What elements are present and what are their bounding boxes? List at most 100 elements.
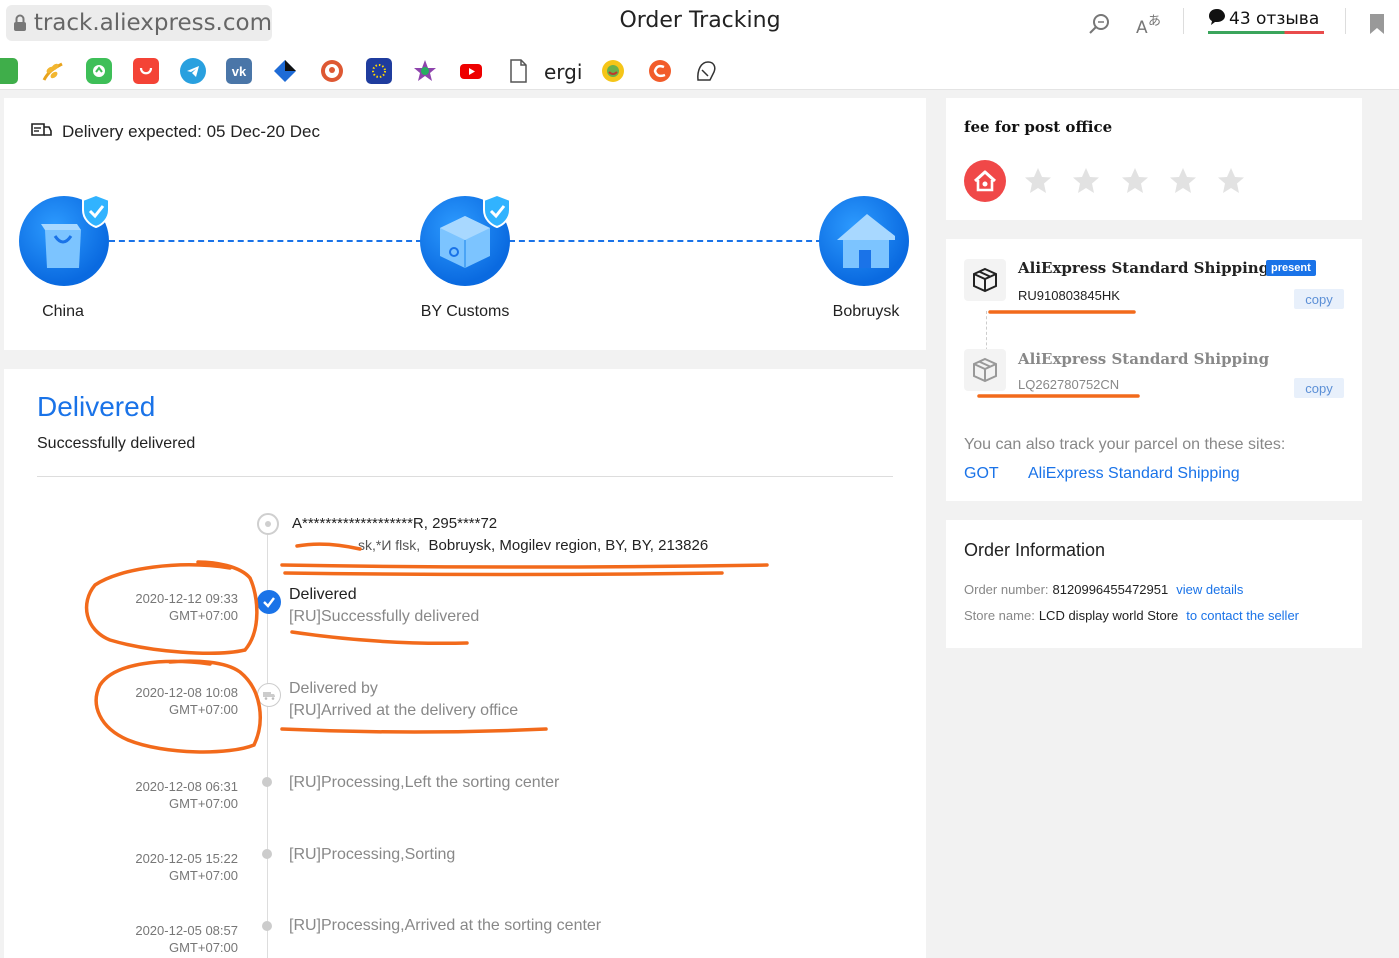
eu-bookmark-icon[interactable] xyxy=(366,58,392,84)
translate-icon[interactable]: Aあ xyxy=(1136,10,1164,38)
bookmark-icon[interactable] xyxy=(1363,10,1391,38)
sketch-face-bookmark-icon[interactable] xyxy=(693,58,719,84)
event-time: 2020-12-05 15:22 GMT+07:00 xyxy=(135,851,238,883)
diamond-bookmark-icon[interactable] xyxy=(272,58,298,84)
present-badge: present xyxy=(1266,260,1316,276)
delivery-progress-card: Delivery expected: 05 Dec-20 Dec China B… xyxy=(4,98,926,350)
search-page-icon[interactable] xyxy=(1085,10,1113,38)
rating-card: fee for post office xyxy=(946,98,1362,220)
star-icon[interactable] xyxy=(1216,166,1246,196)
event-description: [RU]Processing,Arrived at the sorting ce… xyxy=(289,917,602,934)
page-title: Order Tracking xyxy=(619,8,781,33)
status-subtitle: Successfully delivered xyxy=(37,435,196,452)
star-icon[interactable] xyxy=(1168,166,1198,196)
address-city: Bobruysk, Mogilev region, BY, BY, 213826 xyxy=(428,537,709,554)
divider xyxy=(37,476,893,477)
url-text: track.aliexpress.com xyxy=(33,10,272,36)
progress-line xyxy=(509,240,822,242)
event-time: 2020-12-05 08:57 GMT+07:00 xyxy=(135,923,238,955)
package-icon xyxy=(964,349,1006,391)
address-line: sk,*И flsk, Bobruysk, Mogilev region, BY… xyxy=(292,537,708,554)
shipping-card: AliExpress Standard Shipping present RU9… xyxy=(946,239,1362,501)
post-office-icon xyxy=(964,160,1006,202)
address-prefix: sk,*И flsk, xyxy=(358,537,421,553)
copy-button[interactable]: copy xyxy=(1294,289,1344,309)
progress-line xyxy=(109,240,422,242)
event-description: [RU]Successfully delivered xyxy=(289,608,480,625)
svg-text:A: A xyxy=(1136,18,1148,37)
node-customs-check-icon xyxy=(482,193,512,229)
star-shape-bookmark-icon[interactable] xyxy=(412,58,438,84)
contact-seller-link[interactable]: to contact the seller xyxy=(1186,608,1299,623)
star-icon[interactable] xyxy=(1120,166,1150,196)
bookmark-text[interactable]: ergi xyxy=(544,60,582,84)
green-app-bookmark-icon[interactable] xyxy=(86,58,112,84)
order-info-title: Order Information xyxy=(964,540,1106,560)
status-title: Delivered xyxy=(37,391,156,422)
telegram-bookmark-icon[interactable] xyxy=(180,58,206,84)
duckduckgo-bookmark-icon[interactable] xyxy=(319,58,345,84)
wheat-bookmark-icon[interactable] xyxy=(40,58,66,84)
toolbar-divider xyxy=(1345,8,1346,34)
copy-button[interactable]: copy xyxy=(1294,378,1344,398)
package-icon xyxy=(964,259,1006,301)
lock-icon xyxy=(6,5,34,41)
tracking-details-card: Delivered Successfully delivered A******… xyxy=(4,369,926,958)
shipping-method-name: AliExpress Standard Shipping xyxy=(1018,350,1270,368)
node-destination-label: Bobruysk xyxy=(832,303,900,320)
timeline-dot xyxy=(262,777,272,787)
order-number-row: Order number: 8120996455472951 view detail… xyxy=(964,582,1244,597)
shipping-method-name: AliExpress Standard Shipping xyxy=(1018,259,1270,277)
event-time: 2020-12-12 09:33 GMT+07:00 xyxy=(135,591,238,623)
browser-chrome: track.aliexpress.com Order Tracking Aあ 4… xyxy=(0,0,1399,90)
orange-e-bookmark-icon[interactable] xyxy=(647,58,673,84)
delivery-expected-text: Delivery expected: 05 Dec-20 Dec xyxy=(62,121,320,141)
aliexpress-shipping-link[interactable]: AliExpress Standard Shipping xyxy=(1028,465,1240,483)
document-bookmark-icon[interactable] xyxy=(505,58,531,84)
star-icon[interactable] xyxy=(1071,166,1101,196)
store-name-row: Store name: LCD display world Store to con… xyxy=(964,608,1300,623)
rss-bookmark-icon[interactable] xyxy=(0,58,18,84)
reviews-rating-bar xyxy=(1208,31,1324,34)
node-china-label: China xyxy=(42,303,84,320)
tracking-number: LQ262780752CN xyxy=(1018,377,1120,392)
node-destination-house-icon xyxy=(819,196,909,286)
rating-title: fee for post office xyxy=(964,118,1113,136)
delivery-expected: Delivery expected: 05 Dec-20 Dec xyxy=(30,120,320,143)
view-details-link[interactable]: view details xyxy=(1176,582,1243,597)
speech-bubble-icon xyxy=(1208,8,1226,31)
smiley-bookmark-icon[interactable] xyxy=(600,58,626,84)
reviews-button[interactable]: 43 отзыва xyxy=(1208,4,1324,34)
tracking-number: RU910803845HK xyxy=(1018,288,1120,303)
track-also-text: You can also track your parcel on these … xyxy=(964,436,1286,453)
event-description: [RU]Arrived at the delivery office xyxy=(289,702,519,719)
event-title: Delivered by xyxy=(289,680,378,697)
node-customs-label: BY Customs xyxy=(420,303,510,320)
address-recipient: A*******************R, 295****72 xyxy=(292,515,498,532)
got-link[interactable]: GOT xyxy=(964,465,999,483)
event-description: [RU]Processing,Sorting xyxy=(289,846,456,863)
order-number: 8120996455472951 xyxy=(1052,582,1169,597)
aliexpress-bookmark-icon[interactable] xyxy=(133,58,159,84)
node-china-check-icon xyxy=(81,193,111,229)
address-bar[interactable]: track.aliexpress.com xyxy=(6,5,272,41)
order-info-card: Order Information Order number: 812099645… xyxy=(946,520,1362,648)
check-icon xyxy=(257,590,281,614)
truck-icon xyxy=(257,683,281,707)
event-time: 2020-12-08 10:08 GMT+07:00 xyxy=(135,685,238,717)
timeline-dot xyxy=(262,921,272,931)
reviews-count: 43 отзыва xyxy=(1229,9,1320,29)
store-name: LCD display world Store xyxy=(1038,608,1179,623)
bookmarks-bar: vk ergi xyxy=(0,56,760,86)
event-description: [RU]Processing,Left the sorting center xyxy=(289,774,560,791)
toolbar-divider xyxy=(1183,8,1184,34)
star-icon[interactable] xyxy=(1023,166,1053,196)
youtube-bookmark-icon[interactable] xyxy=(458,58,484,84)
svg-text:あ: あ xyxy=(1148,14,1161,29)
vk-bookmark-icon[interactable]: vk xyxy=(226,58,252,84)
timeline-dot xyxy=(262,849,272,859)
event-time: 2020-12-08 06:31 GMT+07:00 xyxy=(135,779,238,811)
event-title: Delivered xyxy=(289,586,357,603)
location-pin-icon xyxy=(257,513,279,535)
delivery-truck-icon xyxy=(30,120,52,143)
